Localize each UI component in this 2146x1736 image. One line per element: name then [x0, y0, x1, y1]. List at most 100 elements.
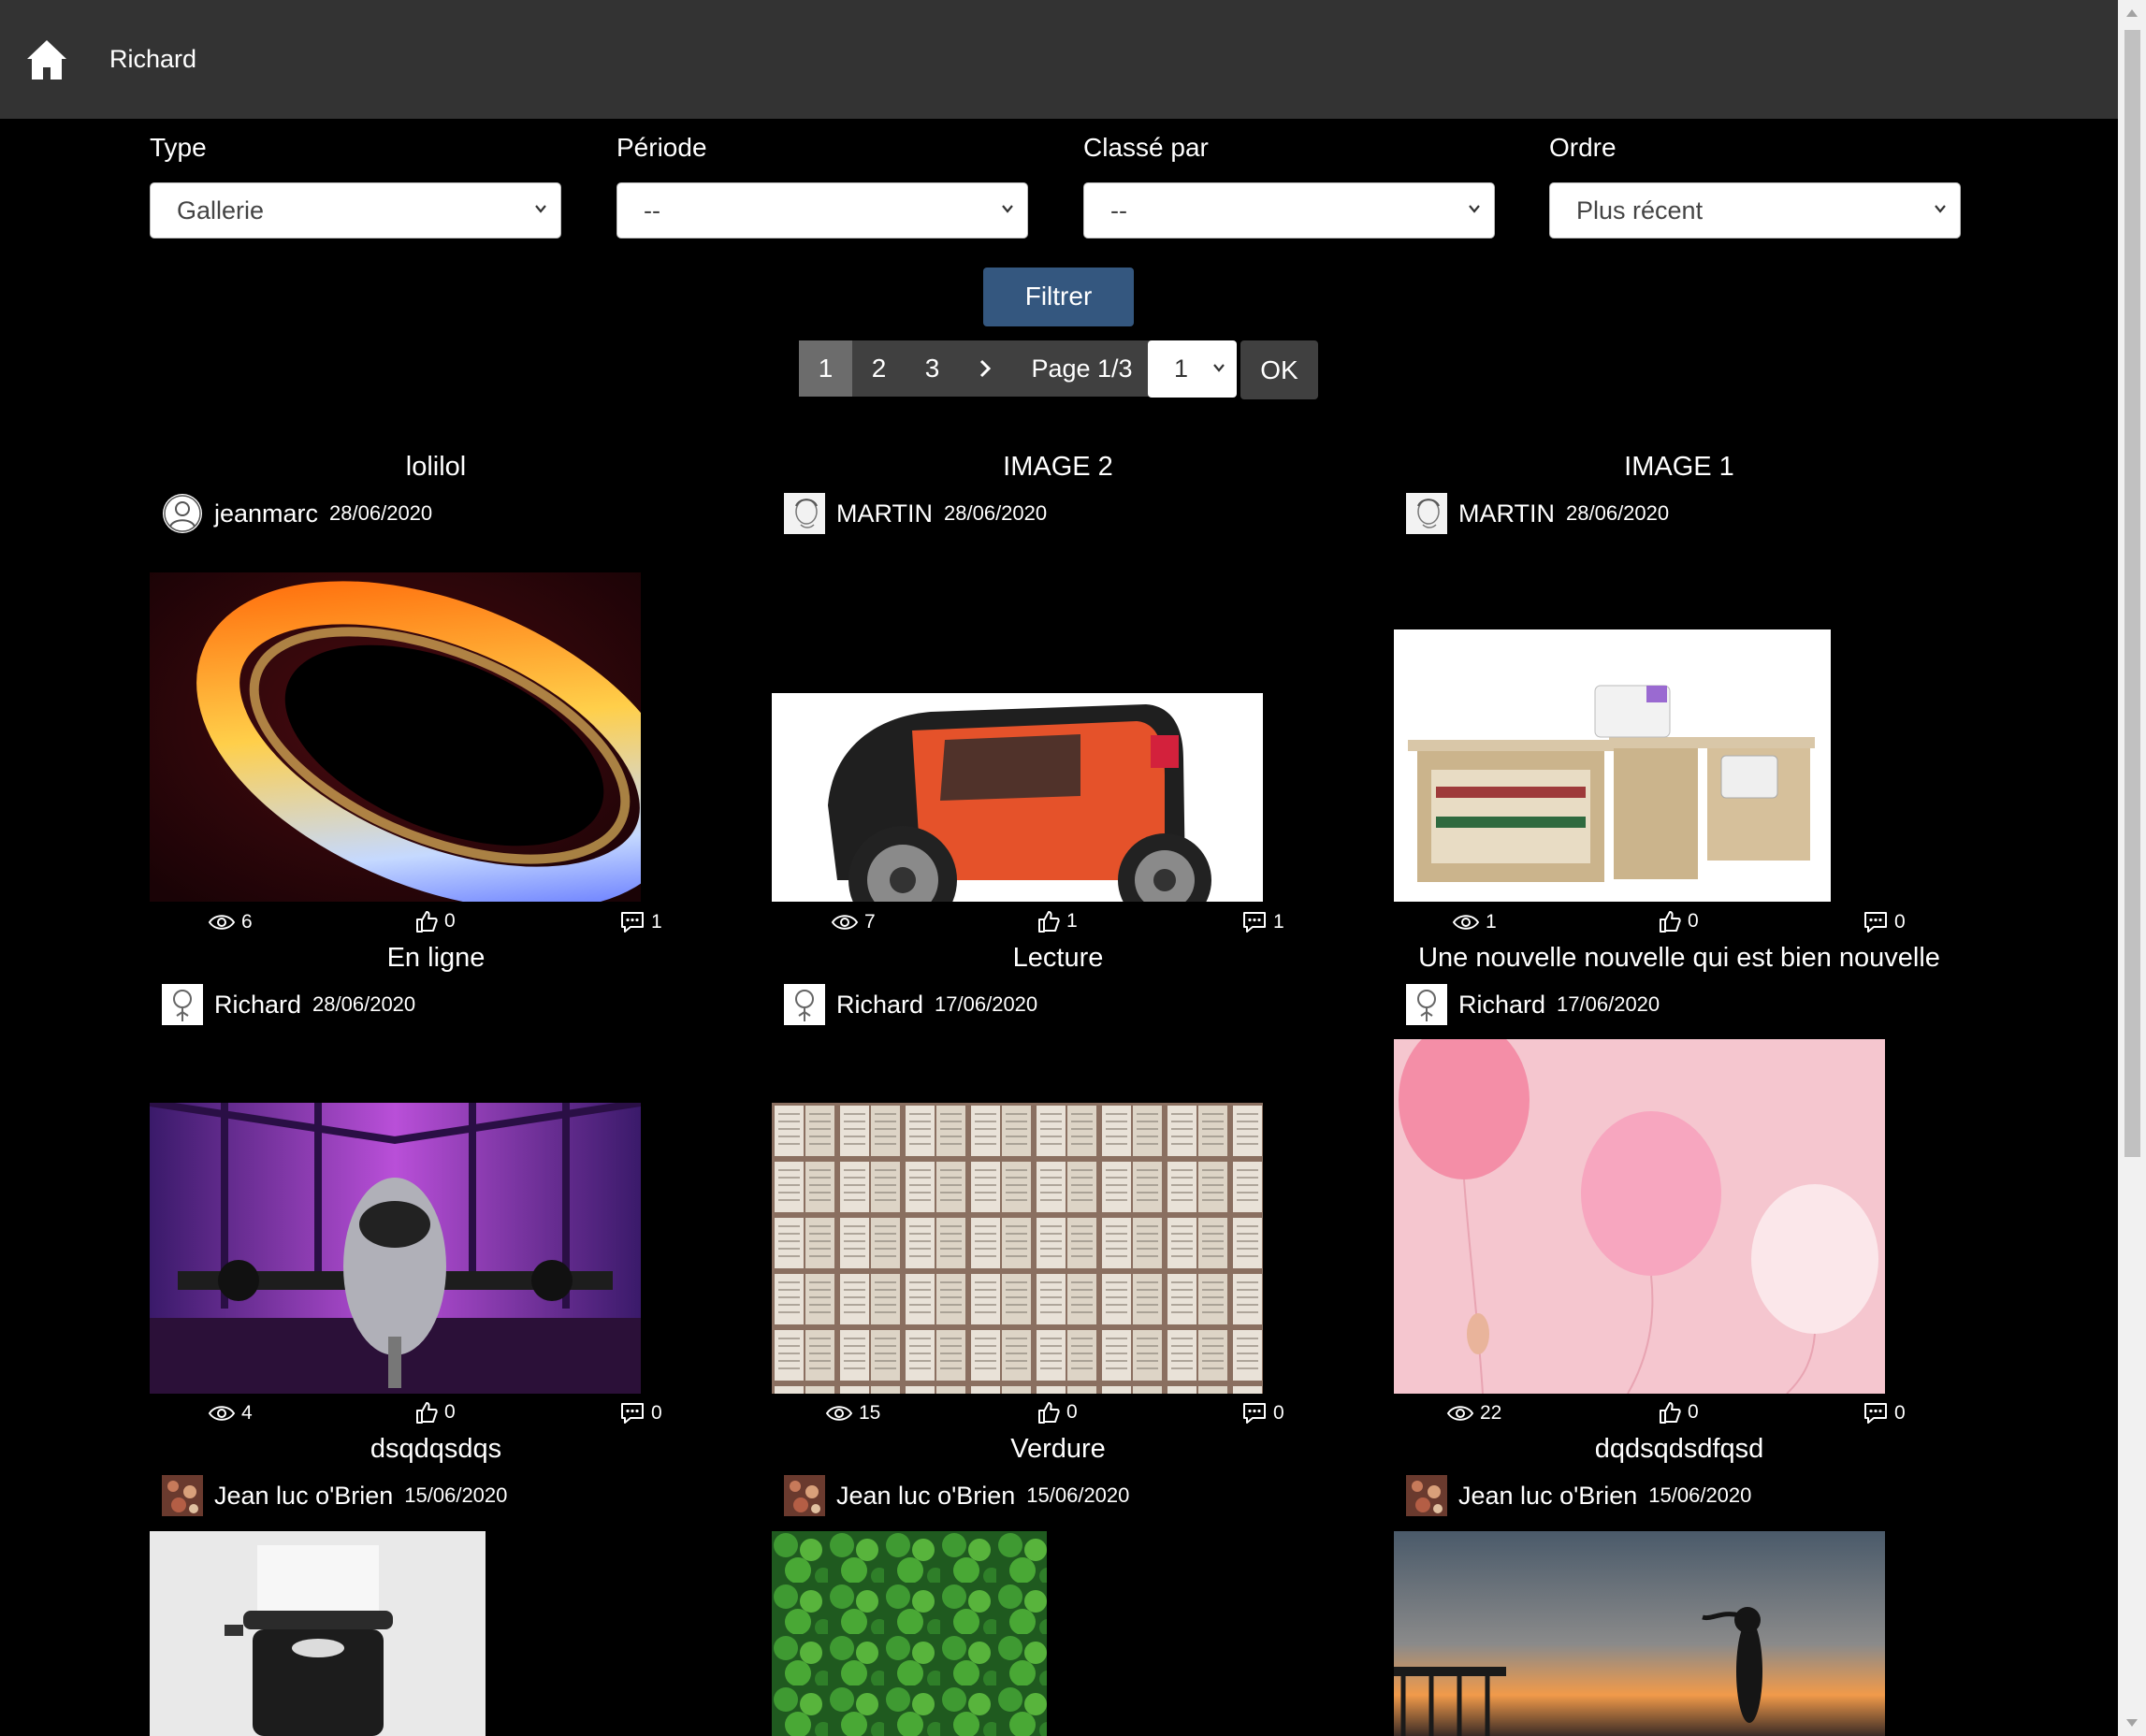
views-count: 22 [1480, 1402, 1502, 1424]
comments-stat[interactable]: 0 [1241, 1401, 1284, 1425]
post-title[interactable]: Lecture [759, 943, 1357, 974]
post-title[interactable]: Verdure [759, 1434, 1357, 1465]
post-date: 28/06/2020 [1566, 501, 1670, 525]
thumbs-up-icon [1038, 1402, 1060, 1424]
likes-stat[interactable]: 0 [1658, 1400, 1699, 1425]
likes-stat[interactable]: 1 [1037, 909, 1078, 933]
post-image-greenery[interactable] [772, 1531, 1047, 1736]
sort-select[interactable]: -- [1083, 182, 1495, 239]
post-author[interactable]: Richard [214, 991, 301, 1020]
avatar[interactable] [784, 1475, 825, 1516]
post-image-typewriter[interactable] [150, 1531, 486, 1736]
post-image-sewing-table[interactable] [1394, 629, 1831, 902]
post-title[interactable]: lolilol [137, 452, 735, 483]
post-title[interactable]: En ligne [137, 943, 735, 974]
post-image-airplane[interactable] [150, 1103, 641, 1394]
comment-icon [1864, 1403, 1887, 1424]
avatar[interactable] [162, 1475, 203, 1516]
post-author[interactable]: Jean luc o'Brien [1458, 1482, 1637, 1511]
chevron-down-icon [535, 205, 546, 213]
views-count: 1 [1486, 911, 1497, 933]
likes-stat[interactable]: 0 [1037, 1400, 1078, 1425]
post-title[interactable]: IMAGE 1 [1380, 452, 1979, 483]
next-page-button[interactable] [959, 340, 1012, 397]
thumbs-up-icon [416, 911, 438, 933]
scrollbar[interactable] [2118, 0, 2146, 1736]
post-author[interactable]: MARTIN [836, 499, 933, 528]
post-date: 17/06/2020 [935, 992, 1038, 1016]
post-meta: Richard 17/06/2020 [784, 983, 1037, 1026]
page-3-button[interactable]: 3 [906, 340, 959, 397]
post-meta: Jean luc o'Brien 15/06/2020 [1406, 1474, 1751, 1517]
views-stat: 7 [831, 911, 876, 933]
comments-stat[interactable]: 0 [619, 1401, 662, 1425]
post-image-car[interactable] [772, 693, 1263, 902]
go-to-page-button[interactable]: OK [1240, 340, 1318, 399]
likes-count: 0 [1066, 1401, 1078, 1423]
chevron-down-icon [1213, 364, 1225, 372]
pagination: 1 2 3 Page 1/3 [799, 340, 1152, 397]
period-select[interactable]: -- [616, 182, 1028, 239]
page-1-button[interactable]: 1 [799, 340, 852, 397]
post-title[interactable]: dqdsqdsdfqsd [1380, 1434, 1979, 1465]
post-author[interactable]: Jean luc o'Brien [214, 1482, 393, 1511]
likes-stat[interactable]: 0 [1658, 909, 1699, 933]
scroll-up-arrow-icon[interactable] [2126, 9, 2138, 17]
likes-stat[interactable]: 0 [414, 909, 456, 933]
eye-icon [1446, 1406, 1474, 1421]
post-author[interactable]: Richard [1458, 991, 1545, 1020]
avatar[interactable] [162, 984, 203, 1025]
comments-count: 1 [651, 911, 662, 933]
eye-icon [208, 1406, 236, 1421]
post-title[interactable]: Une nouvelle nouvelle qui est bien nouve… [1380, 943, 1979, 974]
avatar[interactable] [1406, 493, 1447, 534]
chevron-down-icon [1469, 205, 1480, 213]
comment-icon [1243, 1403, 1266, 1424]
comments-stat[interactable]: 1 [1241, 910, 1284, 934]
page-info: Page 1/3 [1031, 354, 1133, 383]
post-meta: MARTIN 28/06/2020 [1406, 492, 1669, 535]
post-author[interactable]: Richard [836, 991, 923, 1020]
views-count: 15 [859, 1402, 881, 1424]
type-select[interactable]: Gallerie [150, 182, 561, 239]
post-author[interactable]: jeanmarc [214, 499, 318, 528]
post-author[interactable]: Jean luc o'Brien [836, 1482, 1015, 1511]
avatar[interactable] [162, 493, 203, 534]
period-select-value: -- [644, 196, 660, 224]
comments-stat[interactable]: 0 [1863, 1401, 1906, 1425]
post-author[interactable]: MARTIN [1458, 499, 1555, 528]
avatar[interactable] [784, 493, 825, 534]
post-image-black-hole[interactable] [150, 572, 641, 902]
sort-label: Classé par [1083, 133, 1209, 162]
post-title[interactable]: dsqdqsdqs [137, 1434, 735, 1465]
post-image-balloons[interactable] [1394, 1039, 1885, 1394]
avatar[interactable] [1406, 984, 1447, 1025]
comments-stat[interactable]: 0 [1863, 910, 1906, 934]
page-select[interactable]: 1 [1148, 340, 1237, 398]
post-meta: Richard 17/06/2020 [1406, 983, 1660, 1026]
type-label: Type [150, 133, 207, 162]
post-image-sunset[interactable] [1394, 1531, 1885, 1736]
avatar[interactable] [1406, 1475, 1447, 1516]
avatar[interactable] [784, 984, 825, 1025]
post-meta: MARTIN 28/06/2020 [784, 492, 1047, 535]
comments-stat[interactable]: 1 [619, 910, 662, 934]
scroll-down-arrow-icon[interactable] [2126, 1719, 2138, 1727]
post-date: 28/06/2020 [329, 501, 433, 525]
post-meta: Jean luc o'Brien 15/06/2020 [784, 1474, 1129, 1517]
chevron-down-icon [1935, 205, 1946, 213]
scrollbar-thumb[interactable] [2124, 30, 2140, 1157]
page-2-button[interactable]: 2 [852, 340, 906, 397]
post-date: 15/06/2020 [404, 1483, 508, 1507]
post-title[interactable]: IMAGE 2 [759, 452, 1357, 483]
order-select[interactable]: Plus récent [1549, 182, 1961, 239]
likes-stat[interactable]: 0 [414, 1400, 456, 1425]
user-name-link[interactable]: Richard [109, 45, 196, 74]
views-count: 6 [241, 911, 253, 933]
eye-icon [825, 1406, 853, 1421]
post-image-books[interactable] [772, 1103, 1263, 1394]
type-select-value: Gallerie [177, 196, 265, 224]
views-stat: 1 [1452, 911, 1497, 933]
filter-button[interactable]: Filtrer [983, 268, 1134, 326]
home-icon[interactable] [24, 37, 69, 82]
